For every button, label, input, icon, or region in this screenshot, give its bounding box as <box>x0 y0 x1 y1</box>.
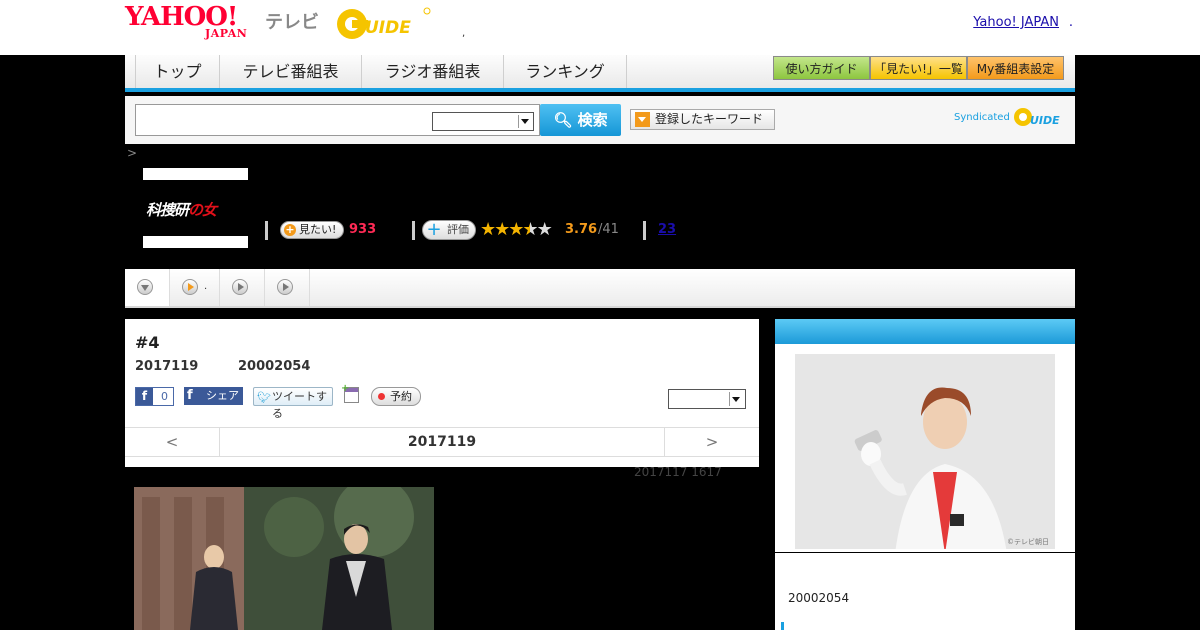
chevron-down-icon <box>518 115 531 128</box>
header-separator: , <box>462 28 466 39</box>
gguide-logo[interactable]: UIDE <box>335 6 431 40</box>
tweet-label: ツイートする <box>272 390 327 420</box>
twitter-bird-icon: 🐦︎ <box>257 391 271 404</box>
sidebar-airtime: 20002054 <box>788 591 850 605</box>
add-to-calendar-icon[interactable]: + <box>341 383 359 403</box>
syndicated-gguide-logo: Syndicated UIDE <box>954 106 1067 128</box>
episode-pager: < 2017119 > <box>125 427 759 457</box>
tab-4[interactable] <box>265 269 310 306</box>
facebook-like-count: 0 <box>161 390 168 403</box>
yahoo-japan-link-dot: . <box>1068 15 1073 30</box>
rating-count: /41 <box>598 222 619 237</box>
play-icon <box>232 279 248 295</box>
sidebar-header <box>775 319 1075 344</box>
photo-copyright: ©テレビ朝日 <box>1007 538 1049 546</box>
want-to-watch-button[interactable]: + 見たい! <box>280 221 344 239</box>
yahoo-japan-logo-text: JAPAN <box>205 27 248 40</box>
rate-button[interactable]: + 評価 <box>422 220 476 240</box>
current-episode-date: 2017119 <box>407 434 477 450</box>
nav-tv-listings[interactable]: テレビ番組表 <box>219 55 361 88</box>
yahoo-japan-link[interactable]: Yahoo! JAPAN <box>973 15 1059 30</box>
cast-photo: ©テレビ朝日 <box>795 354 1055 549</box>
episode-photo <box>134 487 434 630</box>
site-header: YAHOO! JAPAN テレビ UIDE , Yahoo! JAPAN . <box>0 0 1200 55</box>
plus-icon: + <box>284 223 296 236</box>
episode-select[interactable] <box>668 389 746 409</box>
episode-title: #4 <box>135 333 160 352</box>
search-icon: 🔍︎ <box>553 111 573 129</box>
tv-label[interactable]: テレビ <box>265 8 319 34</box>
play-icon <box>277 279 293 295</box>
svg-text:UIDE: UIDE <box>365 18 411 38</box>
facebook-icon: f <box>136 388 153 405</box>
next-episode-button[interactable]: > <box>664 428 759 456</box>
divider <box>265 221 268 240</box>
sidebar-info: 20002054 <box>775 553 1075 630</box>
my-listings-settings-button[interactable]: My番組表設定 <box>967 56 1064 80</box>
accent-bar <box>781 622 784 630</box>
divider <box>412 221 415 240</box>
episode-date: 2017119 <box>135 359 199 374</box>
reserve-recording-button[interactable]: 予約 <box>371 387 421 406</box>
search-button[interactable]: 🔍︎ 検索 <box>540 104 621 136</box>
facebook-share-label: シェア <box>206 389 239 402</box>
play-icon <box>182 279 198 295</box>
facebook-like-button[interactable]: f 0 <box>135 387 174 406</box>
program-thumbnail[interactable]: 科捜研の女 <box>143 168 248 248</box>
divider <box>643 221 646 240</box>
star-icon: ★ <box>480 219 496 240</box>
sidebar-image-box: ©テレビ朝日 <box>775 344 1075 552</box>
svg-text:UIDE: UIDE <box>1030 114 1060 127</box>
search-bar: 🔍︎ 検索 登録したキーワード Syndicated UIDE <box>125 96 1075 144</box>
page: YAHOO! JAPAN テレビ UIDE , Yahoo! JAPAN . ト… <box>0 0 1200 630</box>
facebook-icon: f <box>187 388 193 403</box>
plus-icon: + <box>426 219 442 240</box>
star-icon: ★ <box>508 219 524 240</box>
nav-top[interactable]: トップ <box>135 55 219 88</box>
star-half-icon: ★ <box>522 219 538 240</box>
tab-1[interactable] <box>125 269 170 306</box>
saved-keywords-button[interactable]: 登録したキーワード <box>630 109 775 130</box>
tab-3[interactable] <box>220 269 265 306</box>
nav-ranking[interactable]: ランキング <box>503 55 627 88</box>
review-count-link[interactable]: 23 <box>658 222 676 237</box>
tweet-button[interactable]: 🐦︎ ツイートする <box>253 387 333 420</box>
rating-stars: ★★★★★ <box>480 219 553 240</box>
search-button-label: 検索 <box>577 111 608 129</box>
record-dot-icon <box>378 393 385 400</box>
last-updated: 2017117 1617 <box>634 465 722 479</box>
rate-label: 評価 <box>447 223 469 236</box>
saved-keywords-label: 登録したキーワード <box>655 112 764 126</box>
prev-episode-button[interactable]: < <box>125 428 220 456</box>
program-tabs: . <box>125 269 1075 308</box>
chevron-down-icon <box>729 392 743 406</box>
gguide-small-logo-icon: UIDE <box>1014 108 1060 127</box>
program-thumbnail-title: 科捜研の女 <box>146 201 217 219</box>
tab-2-label: . <box>204 281 208 292</box>
dropdown-arrow-icon <box>635 112 650 127</box>
rating-value: 3.76 <box>565 222 598 237</box>
guide-button[interactable]: 使い方ガイド <box>773 56 870 80</box>
episode-panel: #4 2017119 20002054 f 0 f シェア 🐦︎ ツイートする … <box>125 319 759 467</box>
syndicated-label: Syndicated <box>954 112 1010 123</box>
chevron-down-icon <box>137 279 153 295</box>
star-empty-icon: ★ <box>536 219 553 240</box>
search-category-select[interactable] <box>432 112 534 131</box>
star-icon: ★ <box>494 219 510 240</box>
episode-time: 20002054 <box>238 359 311 374</box>
want-to-watch-label: 見たい! <box>299 223 337 236</box>
breadcrumb[interactable]: > <box>127 146 137 160</box>
nav-radio-listings[interactable]: ラジオ番組表 <box>361 55 503 88</box>
reserve-label: 予約 <box>390 390 412 403</box>
watchlist-button[interactable]: 「見たい!」一覧 <box>870 56 967 80</box>
want-to-watch-count: 933 <box>349 222 377 237</box>
facebook-share-button[interactable]: f シェア <box>184 387 243 405</box>
tab-2[interactable]: . <box>170 269 220 306</box>
main-nav: トップ テレビ番組表 ラジオ番組表 ランキング 使い方ガイド 「見たい!」一覧 … <box>125 55 1075 92</box>
